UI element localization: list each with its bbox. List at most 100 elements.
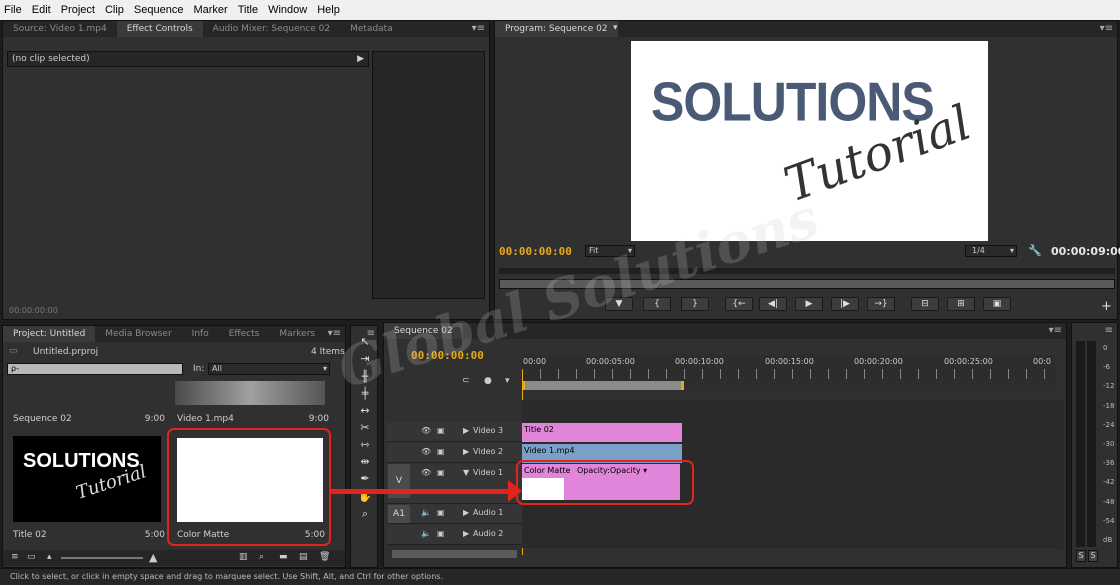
dropdown-icon[interactable]: ▾	[613, 23, 618, 33]
trash-icon[interactable]: 🗑	[319, 552, 330, 562]
expand-arrow-icon[interactable]: ▶	[463, 529, 469, 538]
razor-tool-icon[interactable]: ✂	[357, 421, 373, 434]
menu-file[interactable]: File	[4, 4, 22, 16]
menu-title[interactable]: Title	[238, 4, 258, 16]
step-forward-button[interactable]: |▶	[831, 297, 859, 311]
project-item-title[interactable]: SOLUTIONS Tutorial Title 02 5:00	[7, 430, 167, 542]
menu-project[interactable]: Project	[61, 4, 95, 16]
pen-tool-icon[interactable]: ✒	[357, 472, 373, 485]
tab-media-browser[interactable]: Media Browser	[95, 326, 181, 342]
tab-metadata[interactable]: Metadata	[340, 21, 403, 37]
expand-arrow-icon[interactable]: ▶	[463, 508, 469, 517]
tab-audio-mixer[interactable]: Audio Mixer: Sequence 02	[203, 21, 340, 37]
work-area-bar[interactable]	[522, 381, 684, 390]
timeline-v-scrollbar[interactable]	[1056, 400, 1064, 550]
eye-icon[interactable]: 👁	[421, 468, 431, 477]
timeline-h-scrollbar[interactable]	[392, 550, 517, 558]
item-duration: 5:00	[304, 530, 325, 540]
track-name: Video 3	[473, 426, 504, 435]
new-item-icon[interactable]: ▤	[299, 552, 308, 562]
program-timecode-right: 00:00:09:00	[1051, 245, 1120, 258]
speaker-icon[interactable]: 🔈	[421, 508, 431, 517]
scale-label: -42	[1103, 478, 1115, 487]
project-item-sequence[interactable]: Sequence 02 9:00	[7, 381, 167, 429]
marker-icon[interactable]: ●	[484, 376, 492, 386]
ruler-label: 00:00:10:00	[675, 357, 724, 366]
menu-edit[interactable]: Edit	[32, 4, 51, 16]
red-arrow-line	[330, 489, 510, 494]
timeline-ruler[interactable]: 00:00 00:00:05:00 00:00:10:00 00:00:15:0…	[522, 355, 1057, 391]
title-thumbnail: SOLUTIONS Tutorial	[13, 436, 161, 522]
panel-menu-icon[interactable]: ▾≡	[1049, 325, 1062, 336]
speaker-icon[interactable]: 🔈	[421, 529, 431, 538]
menu-clip[interactable]: Clip	[105, 4, 124, 16]
slide-tool-icon[interactable]: ⇹	[357, 455, 373, 468]
clip-title-02[interactable]: Title 02	[522, 423, 682, 442]
mark-out-button[interactable]: }	[681, 297, 709, 311]
lift-button[interactable]: ⊟	[911, 297, 939, 311]
track-name: Audio 2	[473, 529, 504, 538]
collapse-arrow-icon[interactable]: ▼	[463, 468, 469, 477]
find-icon[interactable]: ⌕	[259, 552, 264, 562]
zoom-slider[interactable]	[61, 557, 143, 559]
search-input[interactable]: ρ-	[7, 363, 183, 375]
lock-icon[interactable]: ▣	[437, 468, 445, 477]
export-frame-button[interactable]: ▣	[983, 297, 1011, 311]
step-back-button[interactable]: ◀|	[759, 297, 787, 311]
program-timecode-left[interactable]: 00:00:00:00	[499, 245, 572, 258]
project-item-video[interactable]: Video 1.mp4 9:00	[171, 381, 331, 429]
project-item-color-matte[interactable]: Color Matte 5:00	[167, 428, 331, 546]
add-marker-icon[interactable]: ▾	[505, 376, 510, 386]
menu-help[interactable]: Help	[317, 4, 340, 16]
slip-tool-icon[interactable]: ⇿	[357, 438, 373, 451]
play-button[interactable]: ▶	[795, 297, 823, 311]
rate-stretch-tool-icon[interactable]: ↔	[357, 404, 373, 417]
solo-left-button[interactable]: S	[1076, 550, 1086, 562]
tab-effect-controls[interactable]: Effect Controls	[116, 21, 203, 37]
play-arrow-icon[interactable]: ▶	[357, 54, 364, 64]
lock-icon[interactable]: ▣	[437, 529, 445, 538]
go-to-out-button[interactable]: →}	[867, 297, 895, 311]
eye-icon[interactable]: 👁	[421, 447, 431, 456]
project-bottom-bar: ≡ ▭ ▴ ▲ ▥ ⌕ ▬ ▤ 🗑	[3, 550, 345, 566]
panel-menu-icon[interactable]: ▾≡	[472, 23, 485, 34]
zoom-tool-icon[interactable]: ⌕	[357, 507, 373, 521]
ruler-label: 00:00:20:00	[854, 357, 903, 366]
color-matte-thumbnail	[177, 438, 323, 522]
expand-arrow-icon[interactable]: ▶	[463, 447, 469, 456]
lock-icon[interactable]: ▣	[437, 426, 445, 435]
resolution-dropdown[interactable]: 1/4 ▾	[965, 245, 1017, 257]
scale-label: 0	[1103, 344, 1108, 352]
go-to-in-button[interactable]: {←	[725, 297, 753, 311]
item-name: Color Matte	[177, 530, 230, 540]
wrench-icon[interactable]: 🔧	[1028, 244, 1042, 257]
v-label: V	[395, 476, 403, 486]
menu-window[interactable]: Window	[268, 4, 307, 16]
extract-button[interactable]: ⊞	[947, 297, 975, 311]
snap-icon[interactable]: ⊂	[462, 376, 470, 386]
tab-program[interactable]: Program: Sequence 02	[495, 21, 618, 37]
tab-markers[interactable]: Markers	[269, 326, 325, 342]
timeline-highlight-box	[516, 460, 694, 505]
tab-project[interactable]: Project: Untitled	[3, 326, 96, 342]
tab-effects[interactable]: Effects	[219, 326, 270, 342]
menu-sequence[interactable]: Sequence	[134, 4, 184, 16]
lock-icon[interactable]: ▣	[437, 447, 445, 456]
in-dropdown[interactable]: All ▾	[208, 363, 330, 375]
project-file-icon: ▭	[9, 346, 18, 356]
list-view-icon[interactable]: ≡	[11, 552, 19, 562]
add-button-icon[interactable]: +	[1101, 299, 1112, 314]
expand-arrow-icon[interactable]: ▶	[463, 426, 469, 435]
automate-icon[interactable]: ▥	[239, 552, 248, 562]
icon-view-icon[interactable]: ▭	[27, 552, 36, 562]
solo-right-button[interactable]: S	[1088, 550, 1098, 562]
panel-menu-icon[interactable]: ≡	[1105, 325, 1113, 336]
new-bin-icon[interactable]: ▬	[279, 552, 288, 562]
tab-source[interactable]: Source: Video 1.mp4	[3, 21, 117, 37]
tab-info[interactable]: Info	[182, 326, 219, 342]
panel-menu-icon[interactable]: ▾≡	[1100, 23, 1113, 34]
lock-icon[interactable]: ▣	[437, 508, 445, 517]
eye-icon[interactable]: 👁	[421, 426, 431, 435]
menu-marker[interactable]: Marker	[193, 4, 227, 16]
audio-target-button[interactable]: A1	[388, 505, 410, 523]
